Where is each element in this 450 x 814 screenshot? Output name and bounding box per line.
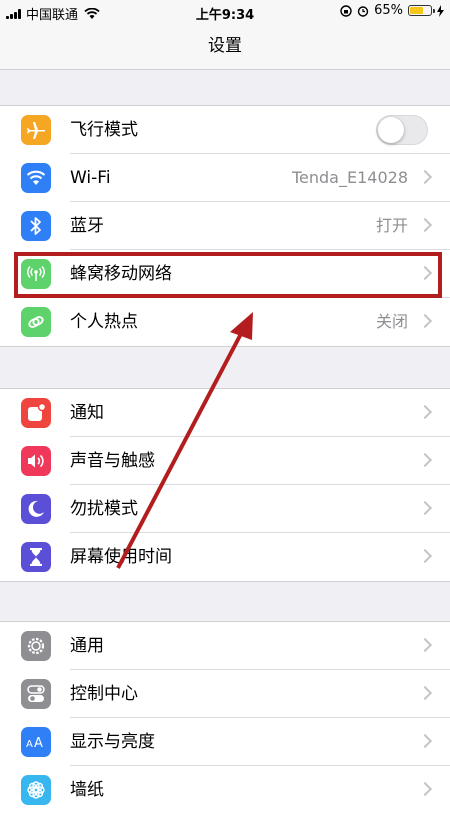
annotation-arrow xyxy=(116,312,253,569)
